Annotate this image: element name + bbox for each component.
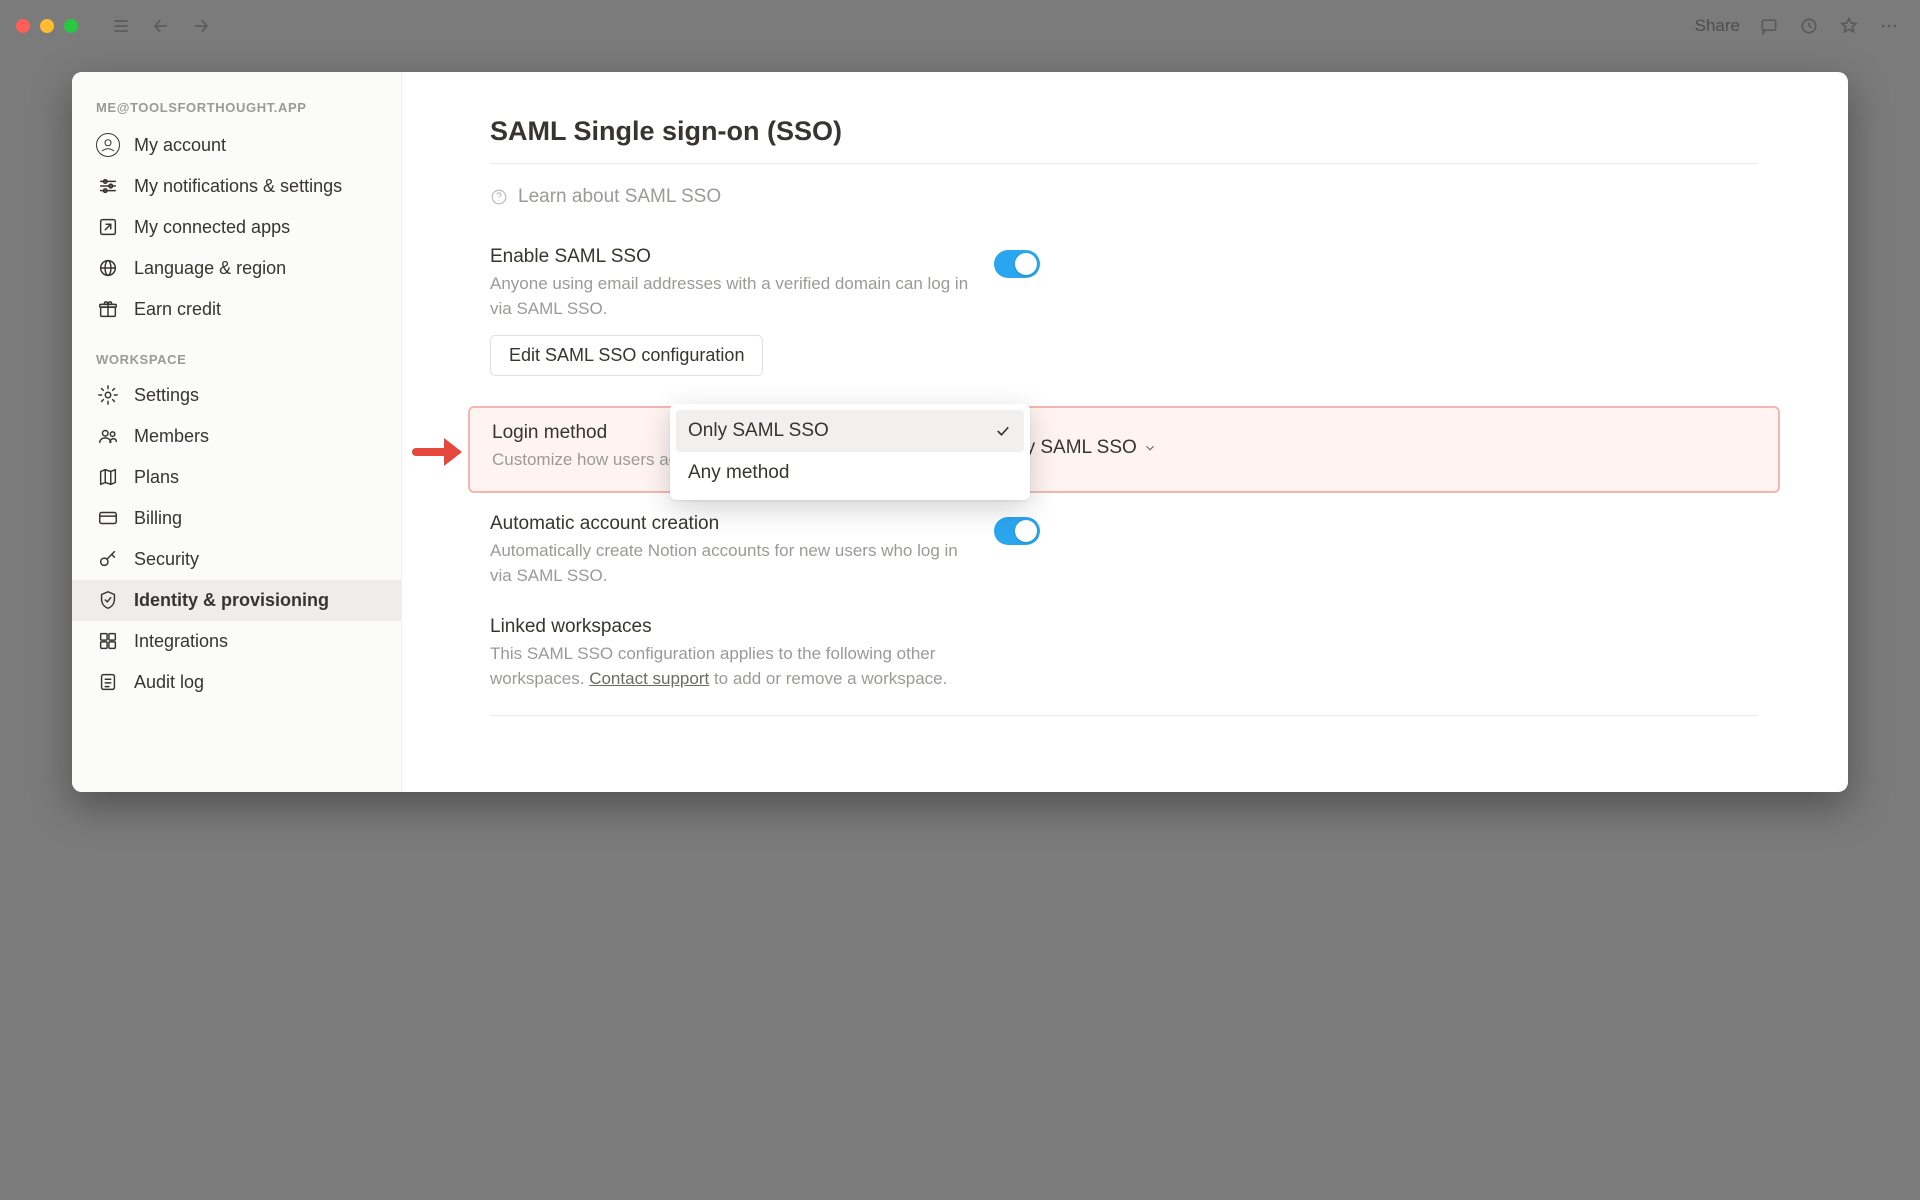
traffic-light-close[interactable]: [16, 19, 30, 33]
contact-support-link[interactable]: Contact support: [589, 669, 709, 688]
sidebar-item-earn-credit[interactable]: Earn credit: [72, 289, 401, 330]
sidebar-item-members[interactable]: Members: [72, 416, 401, 457]
globe-icon: [96, 256, 120, 280]
sidebar-item-settings[interactable]: Settings: [72, 375, 401, 416]
dropdown-option-any-method[interactable]: Any method: [676, 452, 1024, 494]
sidebar-item-label: Integrations: [134, 631, 228, 652]
auto-create-title: Automatic account creation: [490, 513, 970, 535]
sidebar-item-identity-provisioning[interactable]: Identity & provisioning: [72, 580, 401, 621]
check-icon: [994, 422, 1012, 440]
more-icon[interactable]: [1874, 11, 1904, 41]
forward-icon[interactable]: [186, 11, 216, 41]
sidebar-item-notifications[interactable]: My notifications & settings: [72, 166, 401, 207]
setting-auto-account-creation: Automatic account creation Automatically…: [490, 503, 1758, 606]
sidebar-item-label: My notifications & settings: [134, 176, 342, 197]
sidebar-item-label: Settings: [134, 385, 199, 406]
avatar-icon: [96, 133, 120, 157]
sidebar-item-label: Security: [134, 549, 199, 570]
sidebar-item-language[interactable]: Language & region: [72, 248, 401, 289]
sidebar-item-label: My connected apps: [134, 217, 290, 238]
page-title: SAML Single sign-on (SSO): [490, 116, 1758, 164]
sidebar-item-plans[interactable]: Plans: [72, 457, 401, 498]
settings-sidebar: ME@TOOLSFORTHOUGHT.APP My account My not…: [72, 72, 402, 792]
divider: [490, 715, 1758, 716]
setting-linked-workspaces: Linked workspaces This SAML SSO configur…: [490, 606, 1758, 709]
window-chrome: Share: [0, 0, 1920, 52]
credit-card-icon: [96, 506, 120, 530]
settings-content: SAML Single sign-on (SSO) Learn about SA…: [402, 72, 1848, 792]
updates-icon[interactable]: [1794, 11, 1824, 41]
sidebar-item-label: Language & region: [134, 258, 286, 279]
comments-icon[interactable]: [1754, 11, 1784, 41]
gear-icon: [96, 383, 120, 407]
settings-modal: ME@TOOLSFORTHOUGHT.APP My account My not…: [72, 72, 1848, 792]
sidebar-account-email: ME@TOOLSFORTHOUGHT.APP: [72, 92, 401, 125]
enable-saml-toggle[interactable]: [994, 250, 1040, 278]
sidebar-item-label: Audit log: [134, 672, 204, 693]
sidebar-item-label: Billing: [134, 508, 182, 529]
shield-check-icon: [96, 588, 120, 612]
map-icon: [96, 465, 120, 489]
sidebar-item-audit-log[interactable]: Audit log: [72, 662, 401, 703]
sidebar-item-connected-apps[interactable]: My connected apps: [72, 207, 401, 248]
sidebar-item-integrations[interactable]: Integrations: [72, 621, 401, 662]
back-icon[interactable]: [146, 11, 176, 41]
sidebar-item-label: My account: [134, 135, 226, 156]
auto-create-toggle[interactable]: [994, 517, 1040, 545]
sidebar-item-label: Earn credit: [134, 299, 221, 320]
clipboard-list-icon: [96, 670, 120, 694]
menu-icon[interactable]: [106, 11, 136, 41]
people-icon: [96, 424, 120, 448]
sidebar-item-label: Members: [134, 426, 209, 447]
dropdown-option-label: Any method: [688, 462, 789, 484]
edit-saml-config-button[interactable]: Edit SAML SSO configuration: [490, 335, 763, 376]
sliders-icon: [96, 174, 120, 198]
grid-icon: [96, 629, 120, 653]
gift-icon: [96, 297, 120, 321]
linked-title: Linked workspaces: [490, 616, 970, 638]
sidebar-item-billing[interactable]: Billing: [72, 498, 401, 539]
learn-about-link[interactable]: Learn about SAML SSO: [490, 186, 1758, 208]
auto-create-desc: Automatically create Notion accounts for…: [490, 539, 970, 588]
learn-about-label: Learn about SAML SSO: [518, 186, 721, 208]
sidebar-item-my-account[interactable]: My account: [72, 125, 401, 166]
dropdown-option-only-saml[interactable]: Only SAML SSO: [676, 410, 1024, 452]
linked-desc: This SAML SSO configuration applies to t…: [490, 642, 970, 691]
traffic-light-minimize[interactable]: [40, 19, 54, 33]
sidebar-item-label: Plans: [134, 467, 179, 488]
login-method-dropdown: Only SAML SSO Any method: [670, 404, 1030, 500]
chevron-down-icon: [1143, 441, 1157, 455]
sidebar-item-security[interactable]: Security: [72, 539, 401, 580]
favorite-icon[interactable]: [1834, 11, 1864, 41]
enable-saml-title: Enable SAML SSO: [490, 246, 970, 268]
external-link-icon: [96, 215, 120, 239]
callout-arrow-icon: [412, 432, 462, 472]
sidebar-item-label: Identity & provisioning: [134, 590, 329, 611]
traffic-light-zoom[interactable]: [64, 19, 78, 33]
setting-login-method-highlight: Login method Customize how users access …: [468, 406, 1780, 493]
key-icon: [96, 547, 120, 571]
enable-saml-desc: Anyone using email addresses with a veri…: [490, 272, 970, 321]
sidebar-workspace-label: WORKSPACE: [72, 330, 401, 375]
setting-enable-saml: Enable SAML SSO Anyone using email addre…: [490, 236, 1758, 394]
dropdown-option-label: Only SAML SSO: [688, 420, 829, 442]
share-button[interactable]: Share: [1695, 16, 1740, 36]
